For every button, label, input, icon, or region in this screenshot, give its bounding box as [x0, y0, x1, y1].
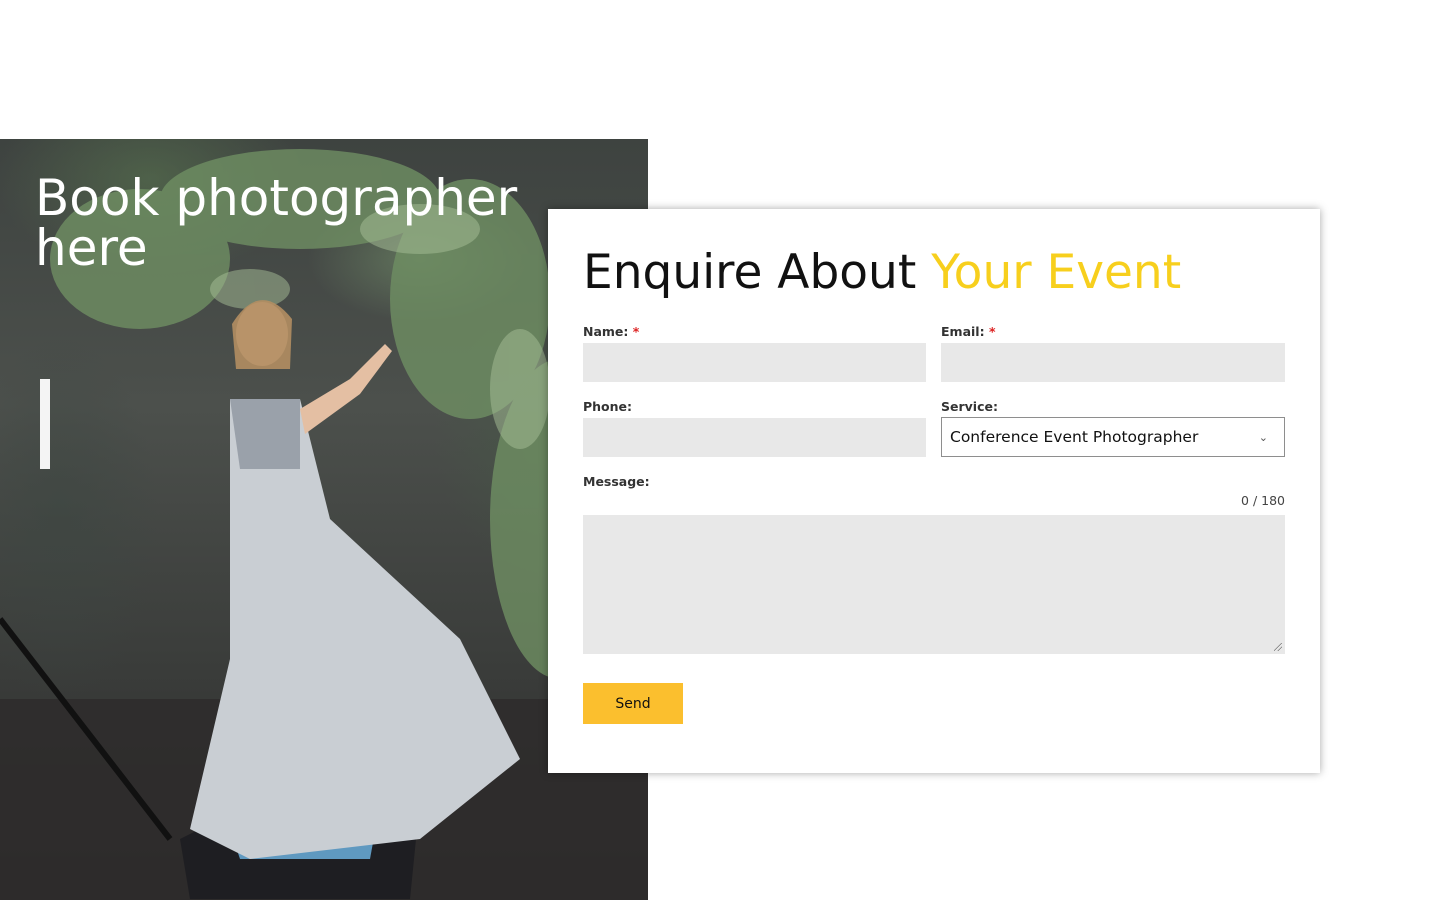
message-char-counter: 0 / 180	[1241, 493, 1285, 508]
service-label: Service:	[941, 399, 998, 414]
chevron-down-icon: ⌄	[1258, 430, 1268, 444]
service-selected-value: Conference Event Photographer	[950, 428, 1199, 446]
email-required-mark: *	[988, 324, 996, 339]
form-title-main: Enquire About	[583, 245, 932, 300]
form-title-accent: Your Event	[931, 245, 1182, 300]
name-required-mark: *	[632, 324, 640, 339]
form-title: Enquire About Your Event	[583, 245, 1181, 301]
name-label: Name: *	[583, 324, 640, 339]
service-select[interactable]: Conference Event Photographer ⌄	[941, 417, 1285, 457]
send-button[interactable]: Send	[583, 683, 683, 724]
hero-title: Book photographer here	[35, 169, 518, 277]
phone-label: Phone:	[583, 399, 633, 414]
resize-handle-icon[interactable]	[1274, 643, 1282, 651]
message-label: Message:	[583, 474, 650, 489]
email-input[interactable]	[941, 343, 1285, 382]
name-input[interactable]	[583, 343, 926, 382]
message-textarea[interactable]	[583, 515, 1285, 654]
email-label: Email: *	[941, 324, 996, 339]
enquiry-form: Enquire About Your Event Name: * Email: …	[548, 209, 1320, 773]
phone-input[interactable]	[583, 418, 926, 457]
